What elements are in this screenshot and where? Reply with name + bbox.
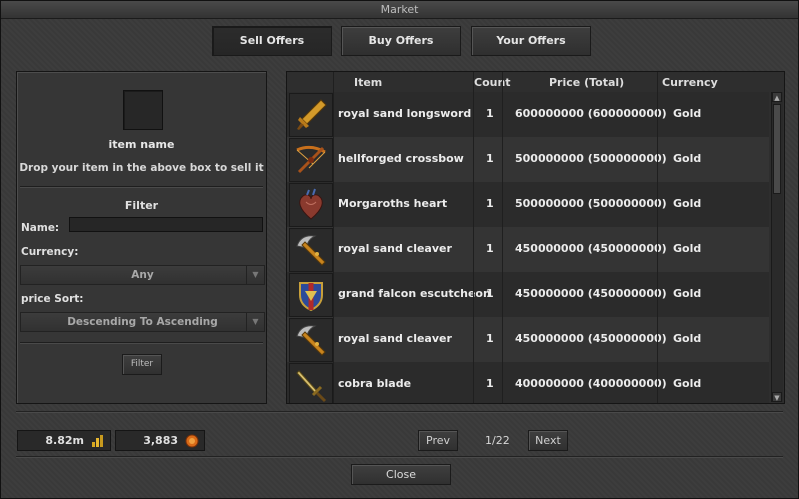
item-currency: Gold [673, 377, 702, 390]
prev-button[interactable]: Prev [418, 430, 458, 451]
tab-buy-offers[interactable]: Buy Offers [341, 26, 461, 56]
points-balance: 3,883 [115, 430, 205, 451]
item-count: 1 [486, 242, 494, 255]
table-row[interactable]: Morgaroths heart 1 500000000 (500000000)… [287, 182, 769, 227]
table-row[interactable]: cobra blade 1 400000000 (400000000) Gold [287, 362, 769, 403]
table-header: Item Count Price (Total) Currency [287, 72, 769, 92]
currency-select[interactable]: Any ▼ [20, 265, 265, 285]
table-row[interactable]: royal sand cleaver 1 450000000 (45000000… [287, 317, 769, 362]
window-title: Market [1, 1, 798, 19]
item-currency: Gold [673, 152, 702, 165]
crossbow-icon [289, 138, 333, 182]
currency-select-value: Any [131, 269, 154, 281]
market-window: Market Sell Offers Buy Offers Your Offer… [0, 0, 799, 499]
scroll-down-icon[interactable]: ▼ [772, 392, 782, 402]
table-row[interactable]: royal sand longsword 1 600000000 (600000… [287, 92, 769, 137]
column-divider [333, 72, 334, 403]
item-currency: Gold [673, 242, 702, 255]
table-row[interactable]: hellforged crossbow 1 500000000 (5000000… [287, 137, 769, 182]
offers-table: Item Count Price (Total) Currency royal … [286, 71, 785, 404]
gold-balance-value: 8.82m [45, 434, 84, 447]
item-count: 1 [486, 107, 494, 120]
price-sort-label: price Sort: [21, 293, 84, 305]
item-name: Morgaroths heart [338, 197, 448, 210]
header-currency: Currency [662, 76, 718, 89]
price-sort-select[interactable]: Descending To Ascending ▼ [20, 312, 265, 332]
page-indicator: 1/22 [485, 434, 510, 447]
gold-coins-icon [92, 435, 103, 447]
item-currency: Gold [673, 332, 702, 345]
scrollbar[interactable]: ▲ ▼ [771, 92, 783, 402]
header-item: Item [354, 76, 383, 89]
item-count: 1 [486, 152, 494, 165]
axe-icon [289, 228, 333, 272]
divider [16, 456, 783, 458]
item-price: 500000000 (500000000) [515, 197, 667, 210]
chevron-down-icon[interactable]: ▼ [246, 313, 264, 331]
currency-label: Currency: [21, 246, 79, 258]
shield-icon [289, 273, 333, 317]
table-row[interactable]: grand falcon escutcheon 1 450000000 (450… [287, 272, 769, 317]
item-name: royal sand cleaver [338, 242, 452, 255]
header-price: Price (Total) [549, 76, 625, 89]
selected-item-name: item name [108, 138, 175, 151]
header-count: Count [474, 76, 511, 89]
scroll-up-icon[interactable]: ▲ [772, 92, 782, 102]
divider [20, 342, 263, 344]
filter-title: Filter [124, 199, 159, 212]
scrollbar-thumb[interactable] [773, 104, 781, 194]
item-price: 500000000 (500000000) [515, 152, 667, 165]
gold-balance: 8.82m [17, 430, 111, 451]
price-sort-select-value: Descending To Ascending [67, 316, 218, 328]
sell-panel: item name Drop your item in the above bo… [16, 71, 267, 404]
item-name: hellforged crossbow [338, 152, 464, 165]
item-count: 1 [486, 197, 494, 210]
item-currency: Gold [673, 287, 702, 300]
next-button[interactable]: Next [528, 430, 568, 451]
divider [16, 411, 783, 413]
item-currency: Gold [673, 197, 702, 210]
item-count: 1 [486, 287, 494, 300]
item-count: 1 [486, 377, 494, 390]
item-count: 1 [486, 332, 494, 345]
item-name: cobra blade [338, 377, 412, 390]
item-currency: Gold [673, 107, 702, 120]
item-drop-slot[interactable] [123, 90, 163, 130]
axe-icon [289, 318, 333, 362]
chevron-down-icon[interactable]: ▼ [246, 266, 264, 284]
coin-icon [185, 434, 199, 448]
item-name: royal sand cleaver [338, 332, 452, 345]
column-divider [473, 72, 474, 403]
table-row[interactable]: royal sand cleaver 1 450000000 (45000000… [287, 227, 769, 272]
points-balance-value: 3,883 [143, 434, 178, 447]
item-price: 600000000 (600000000) [515, 107, 667, 120]
name-label: Name: [21, 222, 60, 234]
blade-icon [289, 363, 333, 403]
tab-your-offers[interactable]: Your Offers [471, 26, 591, 56]
divider [20, 186, 263, 188]
tab-sell-offers[interactable]: Sell Offers [212, 26, 332, 56]
sword-icon [289, 93, 333, 137]
item-name: grand falcon escutcheon [338, 287, 491, 300]
heart-icon [289, 183, 333, 227]
item-price: 450000000 (450000000) [515, 287, 667, 300]
item-price: 450000000 (450000000) [515, 242, 667, 255]
item-name: royal sand longsword [338, 107, 472, 120]
column-divider [657, 72, 658, 403]
drop-hint: Drop your item in the above box to sell … [19, 162, 264, 174]
name-filter-input[interactable] [69, 217, 263, 232]
column-divider [502, 72, 503, 403]
close-button[interactable]: Close [351, 464, 451, 485]
item-price: 400000000 (400000000) [515, 377, 667, 390]
filter-button[interactable]: Filter [122, 354, 162, 375]
item-price: 450000000 (450000000) [515, 332, 667, 345]
